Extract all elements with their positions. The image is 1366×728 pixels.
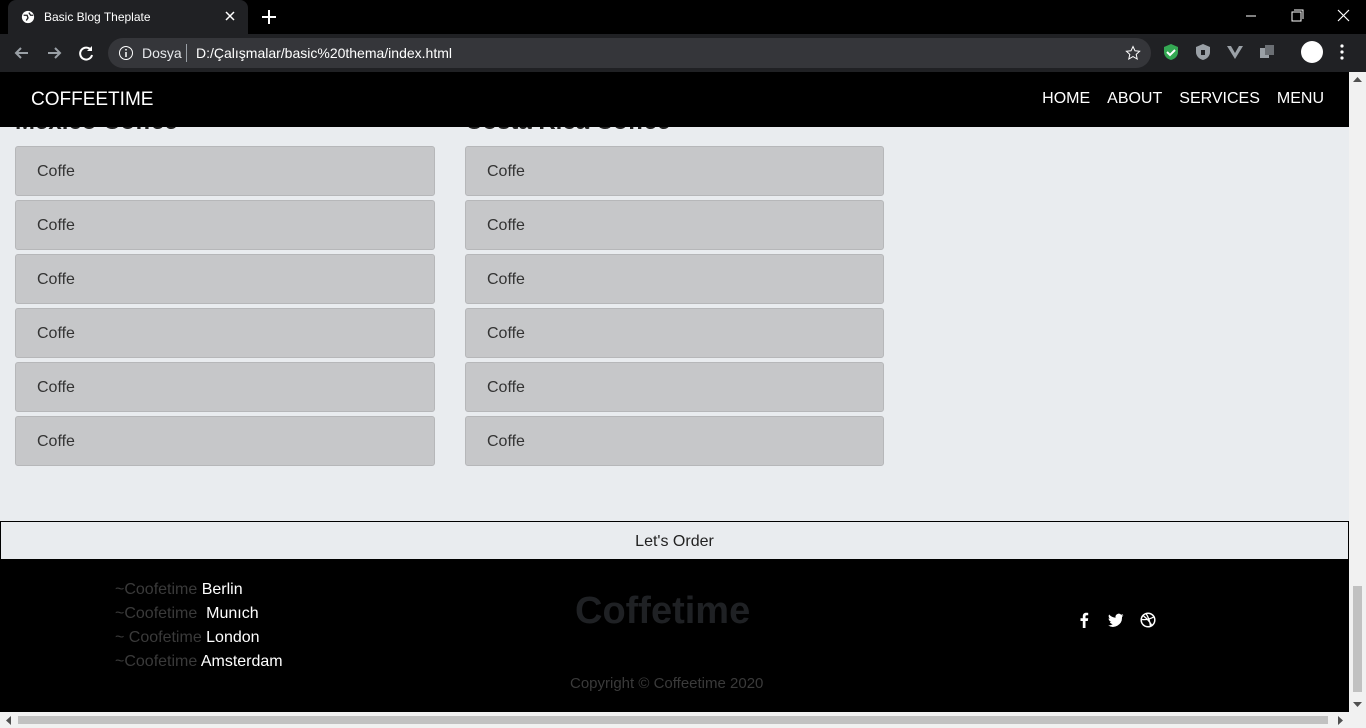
vertical-scroll-thumb[interactable] <box>1353 586 1362 692</box>
forward-icon[interactable] <box>44 43 64 63</box>
vue-devtools-icon[interactable] <box>1226 43 1244 61</box>
scroll-down-icon[interactable] <box>1353 702 1362 708</box>
coffee-list-mexico: Coffe Coffe Coffe Coffe Coffe Coffe <box>15 146 435 470</box>
nav-links: HOME ABOUT SERVICES MENU <box>1042 90 1324 108</box>
city-name: Amsterdam <box>200 653 283 670</box>
privacy-extension-icon[interactable] <box>1194 43 1212 61</box>
list-item[interactable]: Coffe <box>465 362 884 412</box>
reload-icon[interactable] <box>76 43 96 63</box>
shield-extension-icon[interactable] <box>1162 43 1180 61</box>
list-item[interactable]: Coffe <box>15 416 435 466</box>
city-line: ~Coofetime Amsterdam <box>115 650 283 674</box>
footer-logo: Coffetime <box>575 590 751 632</box>
site-footer: ~Coofetime Berlin ~Coofetime Munıch ~ Co… <box>0 560 1349 712</box>
restore-icon[interactable] <box>1286 6 1308 26</box>
list-item[interactable]: Coffe <box>15 200 435 250</box>
nav-home[interactable]: HOME <box>1042 90 1090 108</box>
vertical-scrollbar[interactable] <box>1349 72 1366 712</box>
nav-services[interactable]: SERVICES <box>1179 90 1260 108</box>
city-prefix: ~Coofetime <box>115 581 202 598</box>
bookmark-star-icon[interactable] <box>1125 45 1141 61</box>
city-prefix: ~Coofetime <box>115 653 201 670</box>
city-prefix: ~ Coofetime <box>115 629 207 646</box>
list-item[interactable]: Coffe <box>465 254 884 304</box>
globe-icon <box>21 10 35 24</box>
scroll-left-icon[interactable] <box>5 716 11 725</box>
list-item[interactable]: Coffe <box>15 362 435 412</box>
new-tab-icon[interactable] <box>260 8 278 26</box>
list-item[interactable]: Coffe <box>465 200 884 250</box>
site-navbar: COFFEETIME HOME ABOUT SERVICES MENU <box>0 72 1349 127</box>
city-prefix: ~Coofetime <box>115 605 207 622</box>
horizontal-scrollbar[interactable] <box>0 712 1366 728</box>
facebook-icon[interactable] <box>1076 612 1092 628</box>
copyright-text: Copyright © Coffeetime 2020 <box>570 675 764 692</box>
browser-tab[interactable]: Basic Blog Theplate <box>8 0 248 34</box>
list-item[interactable]: Coffe <box>15 146 435 196</box>
city-list: ~Coofetime Berlin ~Coofetime Munıch ~ Co… <box>115 578 283 674</box>
scroll-up-icon[interactable] <box>1353 76 1362 82</box>
close-tab-icon[interactable] <box>222 8 238 24</box>
list-item[interactable]: Coffe <box>465 146 884 196</box>
twitter-icon[interactable] <box>1108 612 1124 628</box>
scheme-label: Dosya <box>142 45 182 61</box>
city-name: Munıch <box>206 605 259 622</box>
address-bar[interactable]: Dosya D:/Çalışmalar/basic%20thema/index.… <box>108 38 1151 68</box>
city-line: ~Coofetime Berlin <box>115 578 283 602</box>
back-icon[interactable] <box>12 43 32 63</box>
order-button[interactable]: Let's Order <box>0 521 1349 560</box>
browser-tab-bar: Basic Blog Theplate <box>0 0 1366 34</box>
city-line: ~ Coofetime London <box>115 626 283 650</box>
profile-avatar[interactable] <box>1301 41 1323 63</box>
list-item[interactable]: Coffe <box>465 416 884 466</box>
city-line: ~Coofetime Munıch <box>115 602 283 626</box>
list-item[interactable]: Coffe <box>15 308 435 358</box>
scroll-right-icon[interactable] <box>1338 716 1344 725</box>
info-icon[interactable] <box>118 45 134 61</box>
dribbble-icon[interactable] <box>1140 612 1156 628</box>
city-name: Berlin <box>201 581 243 598</box>
browser-menu-icon[interactable] <box>1336 43 1348 61</box>
close-window-icon[interactable] <box>1332 6 1354 26</box>
city-name: London <box>206 629 260 646</box>
list-item[interactable]: Coffe <box>15 254 435 304</box>
address-separator <box>186 44 187 62</box>
minimize-icon[interactable] <box>1240 6 1262 26</box>
coffee-list-costa-rica: Coffe Coffe Coffe Coffe Coffe Coffe <box>465 146 884 470</box>
url-text[interactable]: D:/Çalışmalar/basic%20thema/index.html <box>196 45 452 61</box>
horizontal-scroll-thumb[interactable] <box>18 716 1328 724</box>
extension-icon[interactable] <box>1258 43 1276 61</box>
nav-about[interactable]: ABOUT <box>1107 90 1162 108</box>
tab-title: Basic Blog Theplate <box>44 10 151 24</box>
list-item[interactable]: Coffe <box>465 308 884 358</box>
site-brand[interactable]: COFFEETIME <box>31 89 153 111</box>
page-viewport: COFFEETIME HOME ABOUT SERVICES MENU Mexi… <box>0 72 1349 712</box>
nav-menu[interactable]: MENU <box>1277 90 1324 108</box>
